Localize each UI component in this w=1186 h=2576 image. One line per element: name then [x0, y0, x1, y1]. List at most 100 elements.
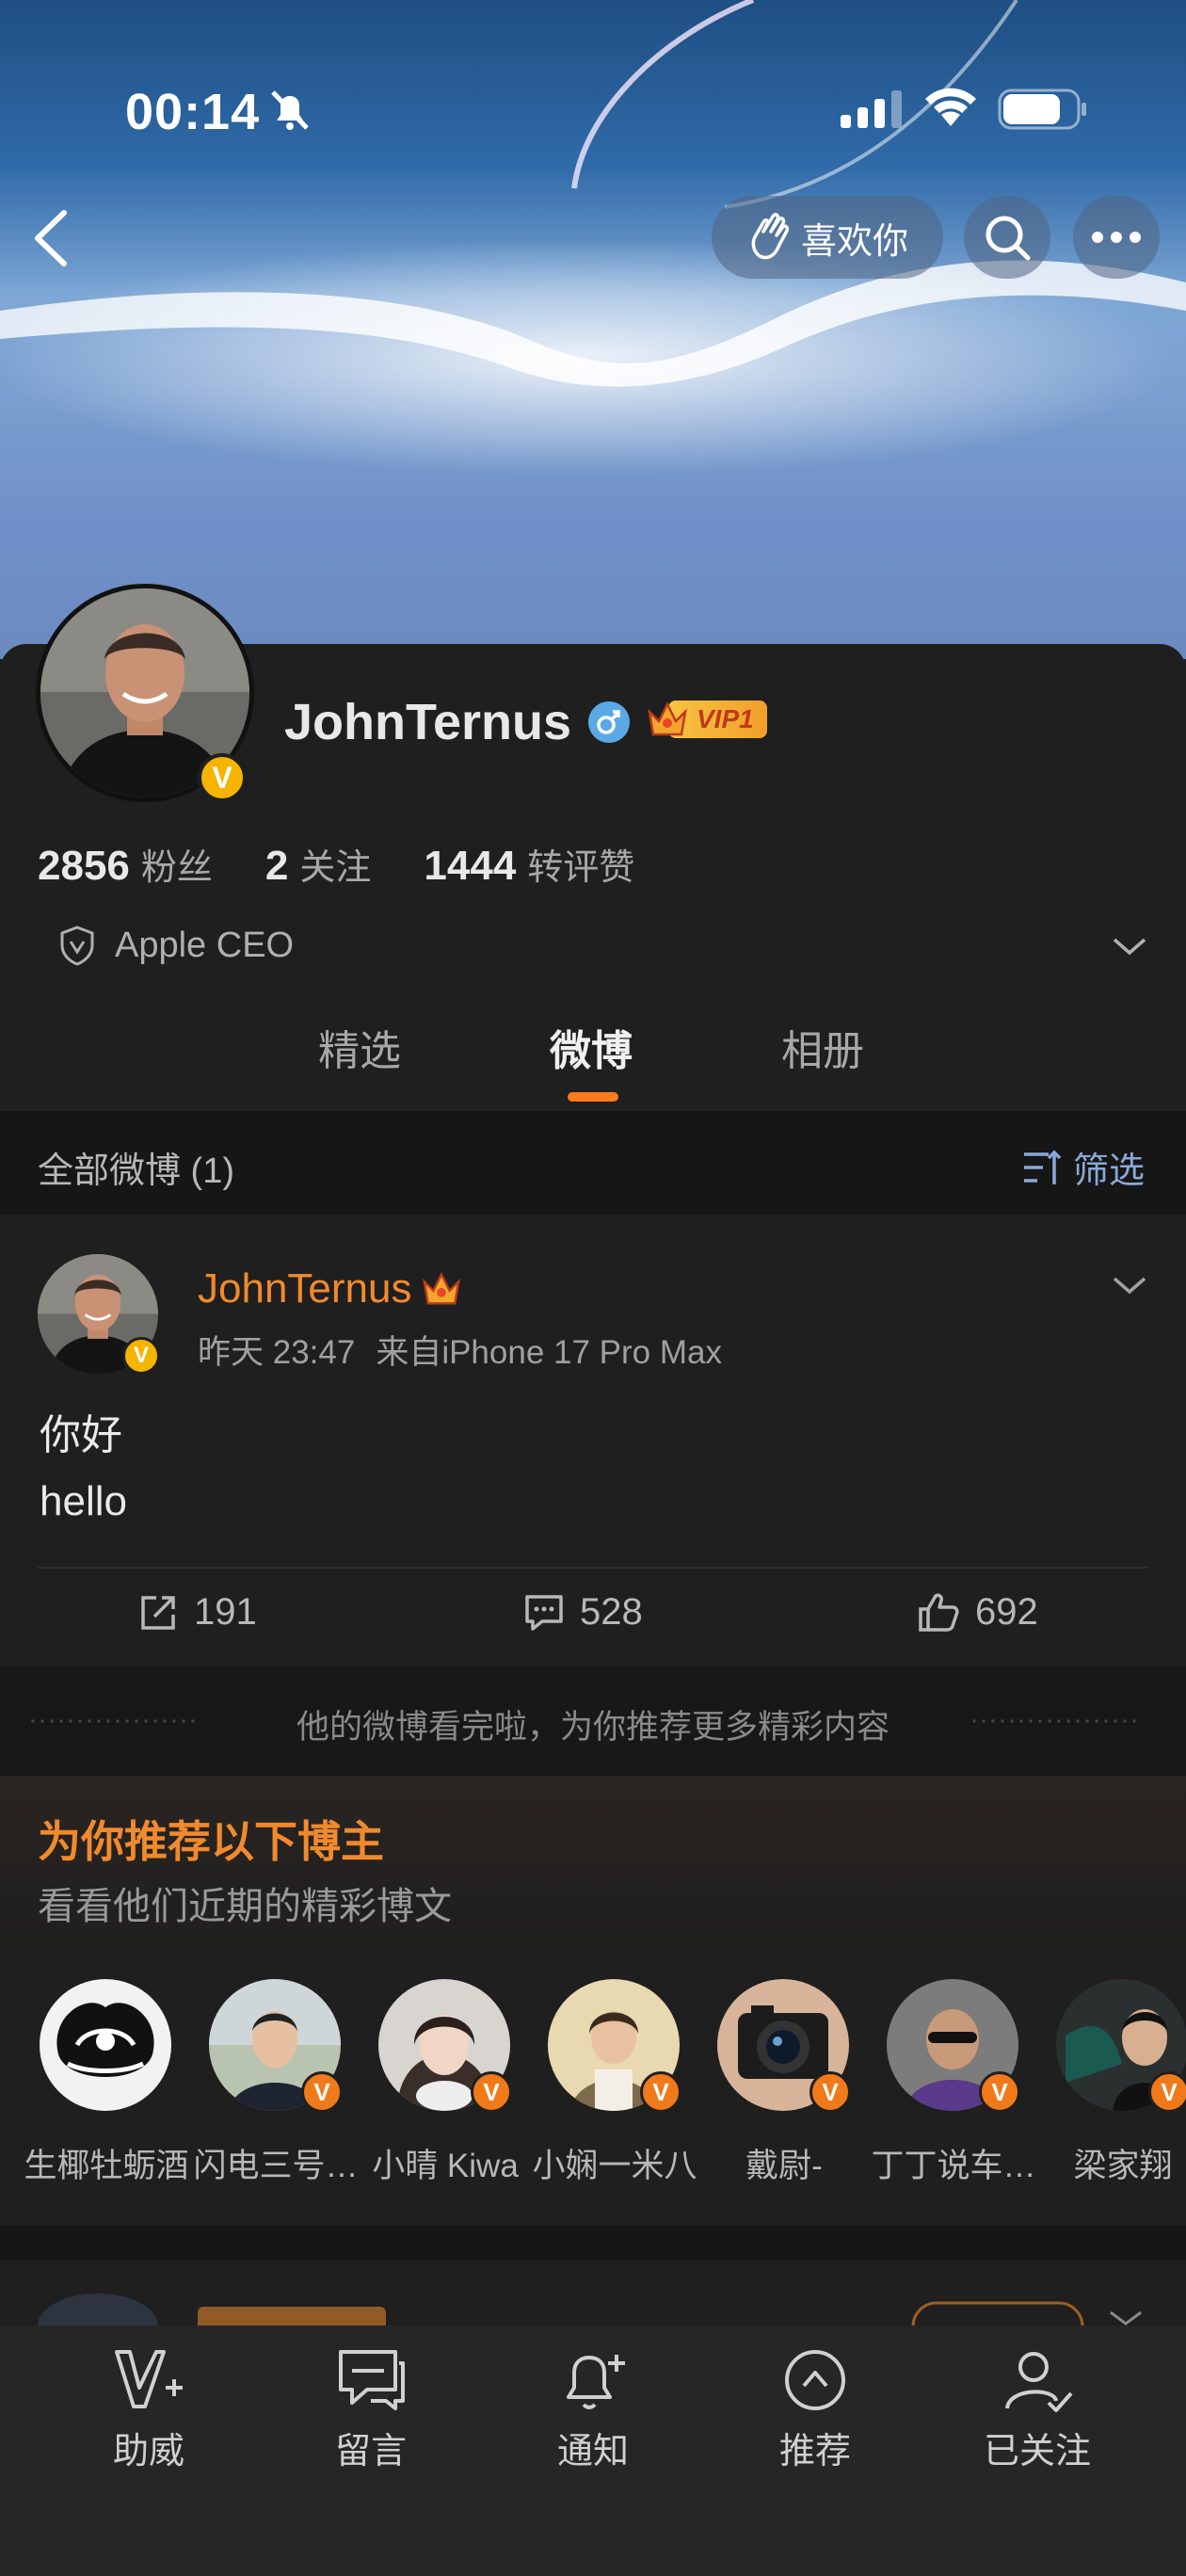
post-source: 来自iPhone 17 Pro Max [376, 1334, 722, 1371]
bell-plus-icon [567, 2355, 625, 2409]
followed-icon [1005, 2352, 1073, 2412]
fans-count[interactable]: 2856 [38, 843, 130, 890]
post-author[interactable]: JohnTernus [198, 1265, 462, 1312]
following-label[interactable]: 关注 [299, 838, 371, 890]
profile-stats: 2856 粉丝 2 关注 1444 转评赞 [38, 838, 687, 890]
cheer-label: 助威 [112, 2432, 184, 2471]
status-time: 00:14 [125, 84, 261, 140]
engagement-count: 1444 [424, 843, 517, 889]
search-button[interactable] [964, 196, 1050, 279]
verified-badge: V [809, 2071, 851, 2113]
profile-bio[interactable]: Apple CEO [58, 925, 294, 966]
search-icon [986, 216, 1031, 261]
post-content: 你好 hello [40, 1403, 127, 1535]
divider [38, 1567, 1148, 1569]
cheer-button[interactable]: 助威 [73, 2344, 224, 2473]
post-time: 昨天 23:47 [198, 1334, 356, 1371]
more-dots-icon [1092, 232, 1141, 243]
message-label: 留言 [334, 2432, 407, 2471]
message-icon [339, 2350, 405, 2410]
recommend-title: 为你推荐以下博主 [38, 1817, 384, 1866]
all-posts-label[interactable]: 全部微博 (1) [38, 1141, 234, 1193]
back-icon[interactable] [28, 207, 75, 269]
recommended-user-name: 梁家翔 [1073, 2148, 1173, 2184]
like-count: 692 [975, 1591, 1038, 1633]
active-tab-indicator [568, 1092, 618, 1102]
recommend-label: 推荐 [778, 2432, 851, 2471]
male-gender-icon [588, 701, 630, 743]
like-you-button[interactable]: 喜欢你 [712, 196, 943, 279]
comment-count: 528 [580, 1591, 643, 1633]
post-author-name: JohnTernus [198, 1265, 412, 1312]
comment-button[interactable]: 528 [523, 1591, 643, 1634]
verified-badge: V [1148, 2071, 1186, 2113]
signal-icon [841, 90, 902, 128]
recommended-user-name: 小晴 Kiwa [372, 2148, 519, 2184]
following-count[interactable]: 2 [265, 843, 288, 890]
more-button[interactable] [1073, 196, 1160, 279]
repost-button[interactable]: 191 [137, 1591, 257, 1634]
recommend-button[interactable]: 推荐 [740, 2344, 890, 2473]
filter-bar: 全部微博 (1) 筛选 [0, 1111, 1186, 1215]
status-bar: 00:14 [0, 0, 1186, 217]
recommended-user-name: 闪电三号… [193, 2148, 359, 2184]
share-icon [141, 1595, 175, 1630]
like-you-label: 喜欢你 [800, 221, 908, 262]
cheer-v-icon [115, 2350, 183, 2408]
bio-text: Apple CEO [115, 925, 295, 965]
post-verified-badge: V [122, 1337, 160, 1375]
verified-badge: V [301, 2071, 343, 2113]
post-menu-chevron-icon[interactable] [1111, 1271, 1148, 1299]
verified-badge: V [471, 2071, 512, 2113]
next-post-peek [0, 2260, 1186, 2326]
divider [970, 1719, 1139, 1723]
wifi-icon [925, 88, 976, 126]
recommended-user-name: 丁丁说车… [871, 2148, 1036, 2184]
recommend-section: 为你推荐以下博主 看看他们近期的精彩博文 生椰牡蛎酒 V 闪电三号… V 小晴 … [0, 1776, 1186, 2226]
recommend-subtitle: 看看他们近期的精彩博文 [38, 1886, 452, 1927]
verified-badge: V [640, 2071, 681, 2113]
verified-badge: V [979, 2071, 1020, 2113]
shield-icon [60, 926, 94, 966]
recommended-user-name: 小娴一米八 [532, 2148, 697, 2184]
thumbs-up-icon [919, 1593, 959, 1632]
tab-featured[interactable]: 精选 [318, 1017, 401, 1077]
tab-album[interactable]: 相册 [781, 1017, 864, 1077]
expand-chevron-icon[interactable] [1111, 932, 1148, 960]
filter-icon [1023, 1150, 1062, 1184]
engagement-label: 转评赞 [527, 848, 635, 888]
vip-badge[interactable]: VIP1 [646, 697, 767, 742]
repost-count: 191 [194, 1591, 257, 1633]
weibo-post[interactable]: V JohnTernus 昨天 23:47 来自iPhone 17 Pro Max… [0, 1215, 1186, 1666]
verified-badge: V [198, 753, 247, 802]
wave-hand-icon [751, 213, 790, 260]
recommend-icon [785, 2350, 845, 2410]
filter-button[interactable]: 筛选 [1022, 1141, 1145, 1193]
fans-label[interactable]: 粉丝 [141, 838, 213, 890]
notify-label: 通知 [556, 2432, 629, 2471]
followed-button[interactable]: 已关注 [962, 2344, 1113, 2473]
section-gap [0, 2226, 1186, 2260]
comment-icon [525, 1594, 563, 1631]
profile-name: JohnTernus [284, 694, 572, 750]
like-button[interactable]: 692 [917, 1591, 1038, 1634]
post-actions: 191 528 692 [0, 1591, 1186, 1657]
post-meta: 昨天 23:47 来自iPhone 17 Pro Max [198, 1326, 743, 1374]
end-of-posts: 他的微博看完啦，为你推荐更多精彩内容 [0, 1666, 1186, 1776]
post-text-line: hello [40, 1478, 127, 1524]
bottom-action-bar: 助威 留言 通知 推荐 已关注 [0, 2326, 1186, 2576]
filter-label: 筛选 [1072, 1151, 1145, 1191]
bell-muted-icon [271, 90, 309, 130]
post-text-line: 你好 [40, 1412, 122, 1458]
notify-button[interactable]: 通知 [518, 2344, 668, 2473]
recommended-user-name: 戴尉- [745, 2148, 823, 2184]
tab-weibo[interactable]: 微博 [550, 1017, 633, 1077]
crown-icon [423, 1272, 461, 1305]
recommended-user-name: 生椰牡蛎酒 [24, 2148, 189, 2184]
message-button[interactable]: 留言 [296, 2344, 446, 2473]
followed-label: 已关注 [983, 2432, 1091, 2471]
end-of-posts-text: 他的微博看完啦，为你推荐更多精彩内容 [296, 1709, 890, 1746]
battery-icon [998, 89, 1086, 130]
avatar [40, 1979, 171, 2111]
crown-icon [648, 701, 687, 736]
